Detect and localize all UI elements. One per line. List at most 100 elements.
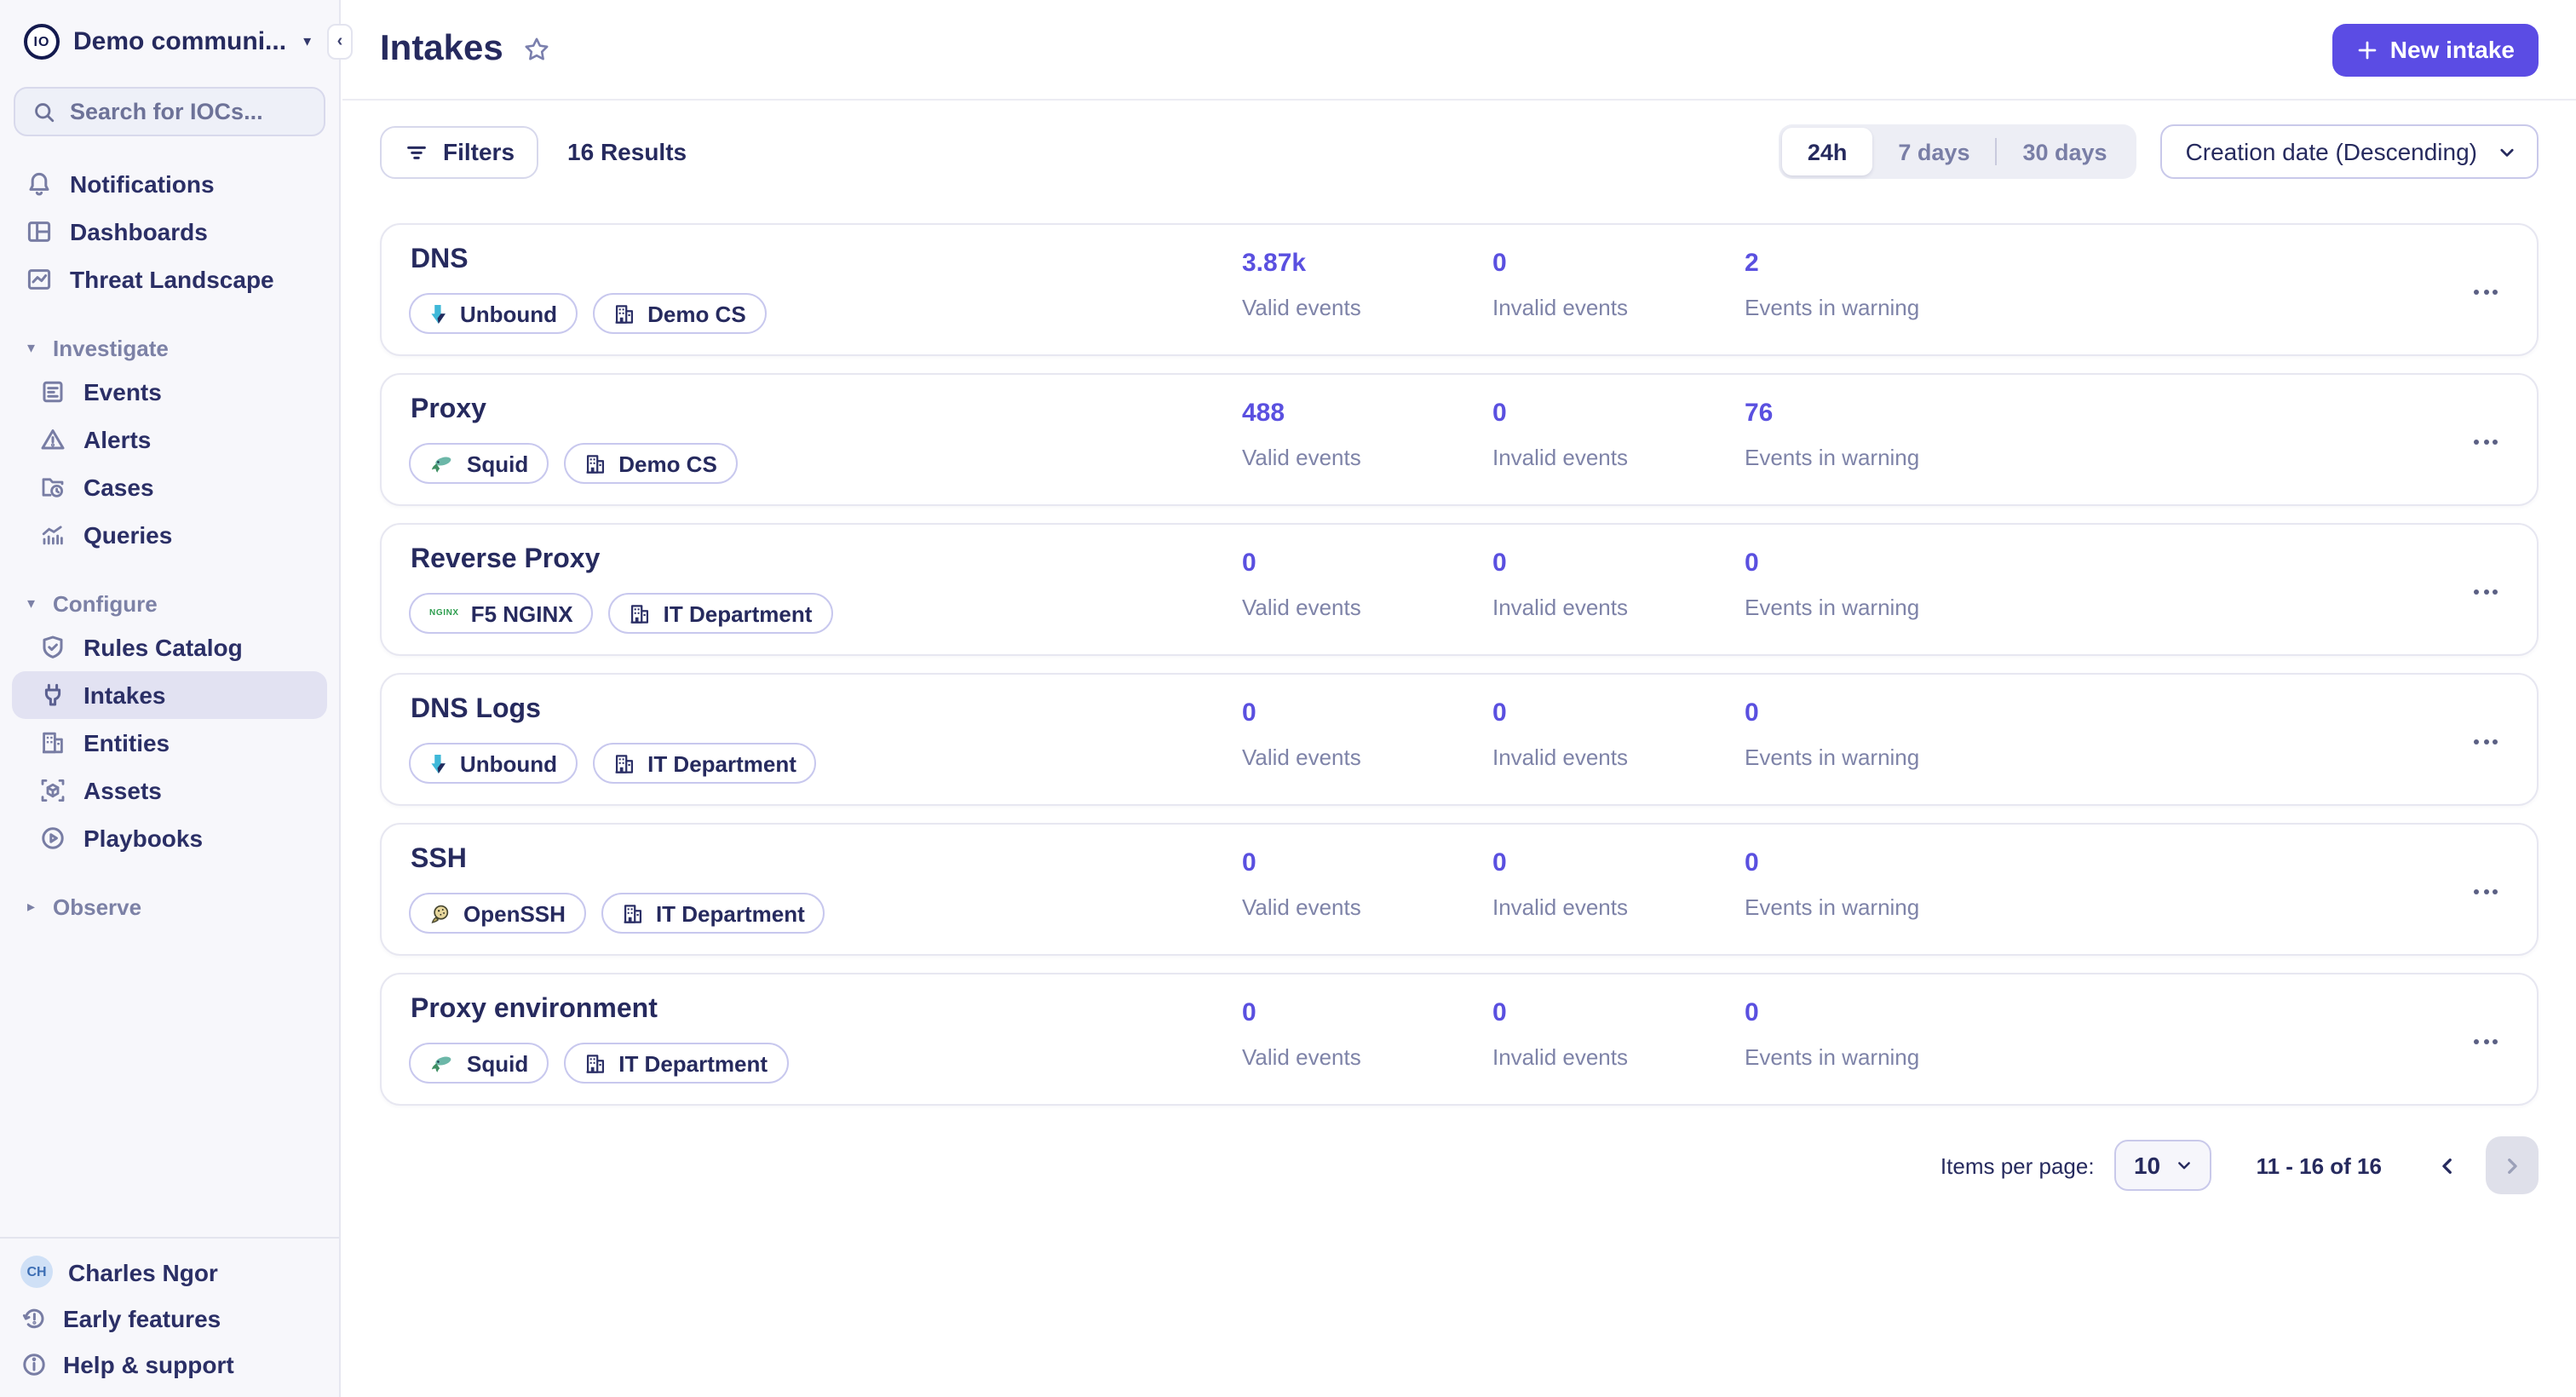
sidebar-nav: Notifications Dashboards Threat Landscap…: [0, 160, 339, 927]
sidebar-group-configure[interactable]: ▾ Configure: [0, 583, 339, 624]
valid-events-link[interactable]: 0: [1242, 698, 1256, 727]
user-menu[interactable]: CH Charles Ngor: [0, 1249, 339, 1295]
intake-name: Reverse Proxy: [411, 545, 600, 576]
sidebar-item-label: Notifications: [70, 170, 215, 198]
bell-icon: [26, 170, 53, 198]
sidebar-item-queries[interactable]: Queries: [0, 511, 339, 559]
connector-badge: Unbound: [409, 743, 578, 784]
squid-icon: [429, 1052, 455, 1074]
early-features-item[interactable]: Early features: [0, 1295, 339, 1341]
intake-card-proxy[interactable]: Proxy Squid Demo CS 488Valid events 0Inv…: [380, 373, 2539, 506]
building-icon: [584, 1052, 607, 1074]
intake-card-proxy-environment[interactable]: Proxy environment Squid IT Department 0V…: [380, 973, 2539, 1106]
sidebar-item-playbooks[interactable]: Playbooks: [0, 814, 339, 862]
sort-dropdown[interactable]: Creation date (Descending): [2160, 124, 2539, 179]
unbound-icon: [429, 752, 448, 774]
intake-card-dns[interactable]: DNS Unbound Demo CS 3.87kValid events 0I…: [380, 223, 2539, 356]
invalid-events-link[interactable]: 0: [1492, 698, 1507, 727]
invalid-events-link[interactable]: 0: [1492, 399, 1507, 428]
search-input[interactable]: Search for IOCs...: [14, 87, 325, 136]
connector-badge: Squid: [409, 443, 549, 484]
sidebar-item-intakes[interactable]: Intakes: [12, 671, 327, 719]
events-icon: [39, 378, 66, 405]
connector-badge: Squid: [409, 1043, 549, 1084]
connector-badge: OpenSSH: [409, 893, 586, 934]
building-icon: [39, 729, 66, 756]
warning-events-link[interactable]: 0: [1745, 698, 1759, 727]
valid-events-link[interactable]: 488: [1242, 399, 1285, 428]
intake-name: Proxy: [411, 395, 486, 426]
intake-card-reverse-proxy[interactable]: Reverse Proxy NGINX F5 NGINX IT Departme…: [380, 523, 2539, 656]
next-page-button[interactable]: [2486, 1136, 2539, 1194]
tab-7-days[interactable]: 7 days: [1872, 128, 1995, 175]
new-intake-button[interactable]: New intake: [2332, 23, 2539, 76]
chevron-down-icon: [2176, 1157, 2193, 1174]
sidebar-item-events[interactable]: Events: [0, 368, 339, 416]
unbound-icon: [429, 302, 448, 325]
row-menu-button[interactable]: [2465, 426, 2506, 457]
history-icon: [20, 1304, 48, 1331]
sidebar-group-investigate[interactable]: ▾ Investigate: [0, 327, 339, 368]
help-support-item[interactable]: Help & support: [0, 1341, 339, 1387]
intake-name: Proxy environment: [411, 995, 658, 1026]
valid-events-link[interactable]: 0: [1242, 848, 1256, 877]
warning-events-link[interactable]: 0: [1745, 998, 1759, 1027]
sidebar-item-alerts[interactable]: Alerts: [0, 416, 339, 463]
valid-events-link[interactable]: 3.87k: [1242, 249, 1306, 278]
warning-events-link[interactable]: 76: [1745, 399, 1773, 428]
row-menu-button[interactable]: [2465, 576, 2506, 607]
star-icon[interactable]: [524, 36, 551, 63]
invalid-events-link[interactable]: 0: [1492, 998, 1507, 1027]
previous-page-button[interactable]: [2429, 1147, 2465, 1183]
invalid-events-link[interactable]: 0: [1492, 549, 1507, 578]
sidebar-collapse-button[interactable]: ‹: [327, 24, 353, 60]
invalid-events-link[interactable]: 0: [1492, 848, 1507, 877]
entity-badge: IT Department: [564, 1043, 788, 1084]
intake-card-dns-logs[interactable]: DNS Logs Unbound IT Department 0Valid ev…: [380, 673, 2539, 806]
sidebar-footer: CH Charles Ngor Early features Help & su…: [0, 1237, 339, 1387]
valid-events-link[interactable]: 0: [1242, 998, 1256, 1027]
page-size-dropdown[interactable]: 10: [2115, 1140, 2212, 1191]
sidebar-item-label: Dashboards: [70, 218, 208, 245]
sidebar-item-dashboards[interactable]: Dashboards: [0, 208, 339, 256]
row-menu-button[interactable]: [2465, 876, 2506, 906]
asset-cube-icon: [39, 777, 66, 804]
main-content: Intakes New intake Filters 16 Results 24…: [342, 0, 2576, 1397]
info-circle-icon: [20, 1350, 48, 1377]
sidebar-item-cases[interactable]: Cases: [0, 463, 339, 511]
intake-name: SSH: [411, 845, 467, 876]
dashboard-icon: [26, 218, 53, 245]
warning-events-link[interactable]: 2: [1745, 249, 1759, 278]
plus-icon: [2356, 38, 2378, 60]
intake-name: DNS Logs: [411, 695, 541, 726]
sidebar-item-entities[interactable]: Entities: [0, 719, 339, 767]
warning-events-link[interactable]: 0: [1745, 848, 1759, 877]
sidebar-item-rules-catalog[interactable]: Rules Catalog: [0, 624, 339, 671]
warning-events-link[interactable]: 0: [1745, 549, 1759, 578]
sidebar-item-notifications[interactable]: Notifications: [0, 160, 339, 208]
chart-icon: [26, 266, 53, 293]
chevron-right-icon: ▸: [27, 897, 41, 916]
entity-badge: Demo CS: [593, 293, 767, 334]
valid-events-link[interactable]: 0: [1242, 549, 1256, 578]
intake-card-ssh[interactable]: SSH OpenSSH IT Department 0Valid events …: [380, 823, 2539, 956]
items-per-page-label: Items per page:: [1941, 1153, 2095, 1178]
building-icon: [630, 602, 652, 624]
invalid-events-link[interactable]: 0: [1492, 249, 1507, 278]
row-menu-button[interactable]: [2465, 726, 2506, 756]
tab-24h[interactable]: 24h: [1782, 128, 1873, 175]
avatar: CH: [20, 1256, 53, 1288]
row-menu-button[interactable]: [2465, 276, 2506, 307]
filters-button[interactable]: Filters: [380, 125, 538, 178]
tab-30-days[interactable]: 30 days: [1997, 128, 2132, 175]
sekoia-logo: IO: [24, 24, 60, 60]
sidebar-group-observe[interactable]: ▸ Observe: [0, 886, 339, 927]
row-menu-button[interactable]: [2465, 1026, 2506, 1056]
case-folder-icon: [39, 474, 66, 501]
sidebar-item-threat-landscape[interactable]: Threat Landscape: [0, 256, 339, 303]
building-icon: [613, 752, 635, 774]
org-switcher[interactable]: IO Demo communi... ▾: [0, 0, 339, 60]
sidebar-item-assets[interactable]: Assets: [0, 767, 339, 814]
toolbar: Filters 16 Results 24h 7 days 30 days Cr…: [342, 101, 2576, 179]
filter-icon: [404, 139, 429, 164]
